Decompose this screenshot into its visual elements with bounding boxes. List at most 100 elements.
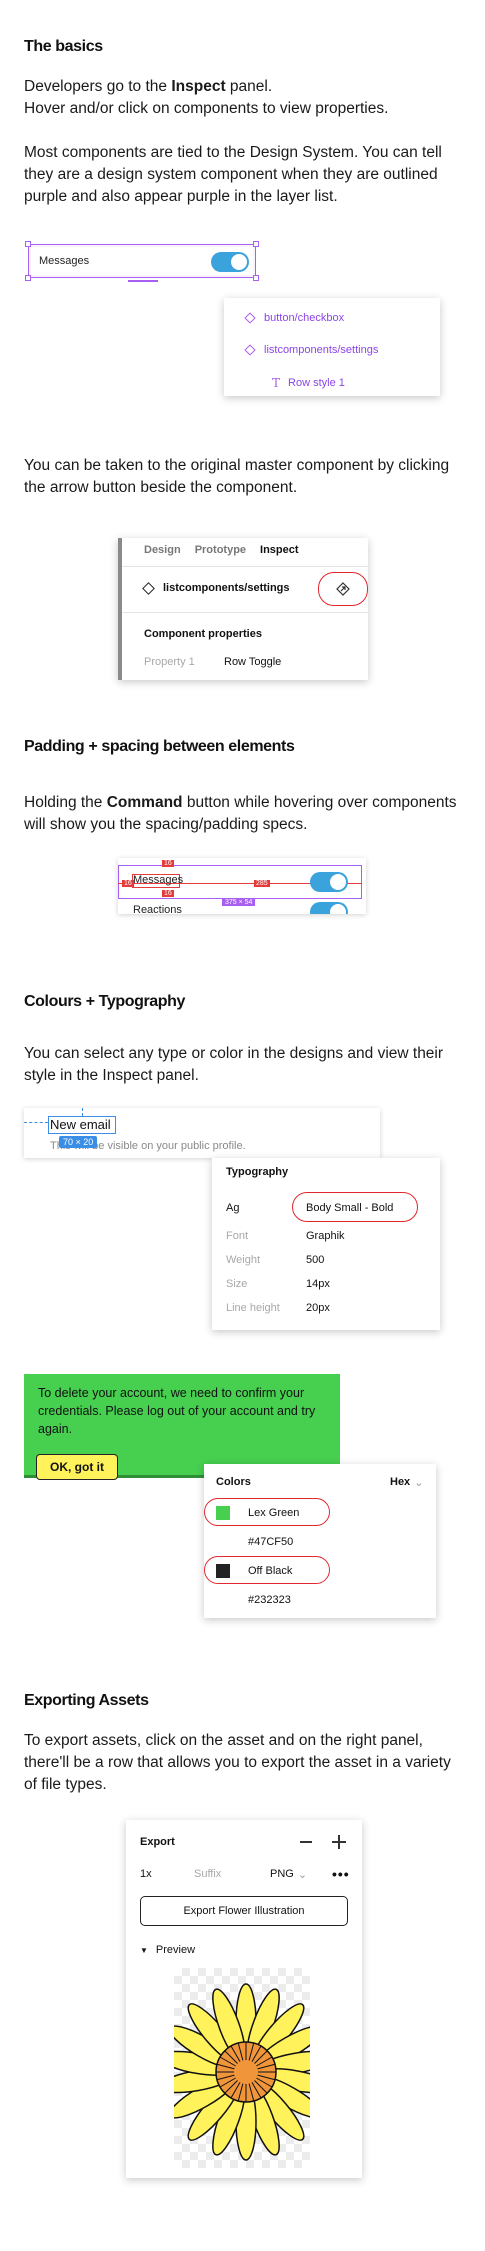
guide-line: [82, 1108, 83, 1116]
selection-handle: [25, 241, 31, 247]
plus-icon[interactable]: [332, 1835, 346, 1849]
layer-item-row-style[interactable]: T Row style 1: [272, 376, 345, 390]
typography-panel: Typography Ag Body Small - Bold Font Gra…: [212, 1158, 440, 1330]
section-heading-basics: The basics: [24, 38, 103, 55]
preview-label: Preview: [155, 1944, 196, 1956]
demo-toggle[interactable]: [211, 252, 249, 272]
style-sample: Ag: [226, 1202, 240, 1214]
layer-item-button-checkbox[interactable]: button/checkbox: [244, 312, 345, 324]
colors-panel: Colors Hex ⌄ Lex Green #47CF50 Off Black…: [204, 1464, 436, 1618]
weight-label: Weight: [226, 1254, 261, 1266]
layer-label: Row style 1: [288, 377, 345, 389]
component-demo: Messages: [28, 244, 256, 278]
export-button[interactable]: Export Flower Illustration: [140, 1896, 348, 1926]
row-toggle[interactable]: [310, 872, 348, 892]
master-paragraph: You can be taken to the original master …: [24, 457, 450, 496]
format-label: Hex: [390, 1476, 411, 1488]
highlight-ring: [292, 1192, 418, 1222]
inspect-bold: Inspect: [171, 78, 226, 95]
spec-badge-size: 375 × 54: [222, 899, 256, 906]
preview-toggle[interactable]: ▼ Preview: [140, 1944, 195, 1956]
export-panel: Export 1x Suffix PNG ⌄ ••• Export Flower…: [126, 1820, 362, 2178]
component-icon: [244, 312, 256, 324]
section-heading-export: Exporting Assets: [24, 1692, 149, 1709]
section-heading-colours: Colours + Typography: [24, 993, 186, 1010]
export-paragraph: To export assets, click on the asset and…: [24, 1732, 451, 1793]
triangle-down-icon: ▼: [140, 1945, 148, 1955]
font-label: Font: [226, 1230, 249, 1242]
property-value: Row Toggle: [224, 656, 282, 668]
chevron-down-icon: ⌄: [414, 1477, 424, 1489]
preview-canvas: [174, 1968, 310, 2168]
spec-badge-left: 16: [122, 880, 134, 887]
highlight-ring: [204, 1498, 330, 1526]
input-demo: New email This will be visible on your p…: [24, 1108, 380, 1158]
component-icon: [244, 344, 256, 356]
guide-line: [24, 1122, 48, 1123]
demo-row-label: Messages: [39, 255, 90, 267]
basics-paragraph-2: Most components are tied to the Design S…: [24, 144, 442, 205]
tab-inspect[interactable]: Inspect: [260, 544, 299, 556]
more-options-icon[interactable]: •••: [332, 1866, 350, 1882]
flower-illustration: [174, 1983, 310, 2161]
suffix-input[interactable]: Suffix: [194, 1868, 221, 1880]
export-title: Export: [140, 1836, 175, 1848]
ok-got-it-button[interactable]: OK, got it: [36, 1454, 118, 1480]
color-format-select[interactable]: Hex ⌄: [390, 1476, 423, 1489]
inspect-panel: Design Prototype Inspect listcomponents/…: [118, 538, 368, 680]
selection-handle: [253, 275, 259, 281]
input-value[interactable]: New email: [50, 1117, 111, 1132]
row-label-reactions: Reactions: [133, 904, 182, 914]
color-hex-green: #47CF50: [248, 1536, 294, 1548]
layer-label: button/checkbox: [264, 312, 345, 324]
selection-underline: [128, 280, 158, 282]
line-height-value: 20px: [306, 1302, 330, 1314]
selection-handle: [25, 275, 31, 281]
size-label: Size: [226, 1278, 248, 1290]
tab-prototype[interactable]: Prototype: [195, 544, 246, 556]
row-label-messages: Messages: [133, 874, 184, 886]
divider: [122, 612, 368, 613]
delete-account-alert: To delete your account, we need to confi…: [24, 1374, 340, 1480]
spec-badge-top: 16: [162, 860, 174, 867]
color-hex-black: #232323: [248, 1594, 291, 1606]
component-icon: [142, 581, 155, 595]
colours-paragraph: You can select any type or color in the …: [24, 1045, 444, 1084]
colors-title: Colors: [216, 1476, 251, 1488]
line-height-label: Line height: [226, 1302, 280, 1314]
size-value: 14px: [306, 1278, 330, 1290]
tab-design[interactable]: Design: [144, 544, 181, 556]
component-properties-title: Component properties: [144, 628, 262, 640]
text-layer-icon: T: [272, 376, 281, 390]
chevron-down-icon: ⌄: [297, 1869, 308, 1881]
property-label: Property 1: [144, 656, 195, 668]
spec-badge-right: 285: [254, 880, 270, 887]
weight-value: 500: [306, 1254, 325, 1266]
scale-select[interactable]: 1x: [140, 1868, 152, 1880]
selection-handle: [253, 241, 259, 247]
highlight-ring: [204, 1556, 330, 1584]
format-select[interactable]: PNG ⌄: [270, 1868, 307, 1881]
typography-title: Typography: [226, 1166, 289, 1178]
text: panel.: [225, 78, 273, 95]
panel-tabs: Design Prototype Inspect: [144, 544, 299, 556]
font-value: Graphik: [306, 1230, 345, 1242]
spec-badge-inner: 16: [162, 890, 174, 897]
section-heading-padding: Padding + spacing between elements: [24, 738, 295, 755]
text: Holding the: [24, 794, 107, 811]
padding-paragraph: Holding the Command button while hoverin…: [24, 792, 464, 836]
layer-item-listcomponents-settings[interactable]: listcomponents/settings: [244, 344, 379, 356]
command-bold: Command: [106, 794, 183, 811]
size-badge: 70 × 20: [59, 1136, 98, 1148]
minus-icon[interactable]: [300, 1841, 312, 1843]
text: Hover and/or click on components to view…: [24, 100, 389, 117]
layer-label: listcomponents/settings: [264, 344, 379, 356]
text: Developers go to the: [24, 78, 172, 95]
alert-text: To delete your account, we need to confi…: [38, 1386, 316, 1436]
spacing-demo: Messages 16 16 16 285 375 × 54 Reactions: [118, 858, 366, 914]
layers-panel: button/checkbox listcomponents/settings …: [224, 298, 440, 396]
highlight-ring: [318, 572, 368, 606]
row-toggle[interactable]: [310, 902, 348, 914]
component-name: listcomponents/settings: [163, 582, 290, 594]
divider: [122, 566, 368, 567]
